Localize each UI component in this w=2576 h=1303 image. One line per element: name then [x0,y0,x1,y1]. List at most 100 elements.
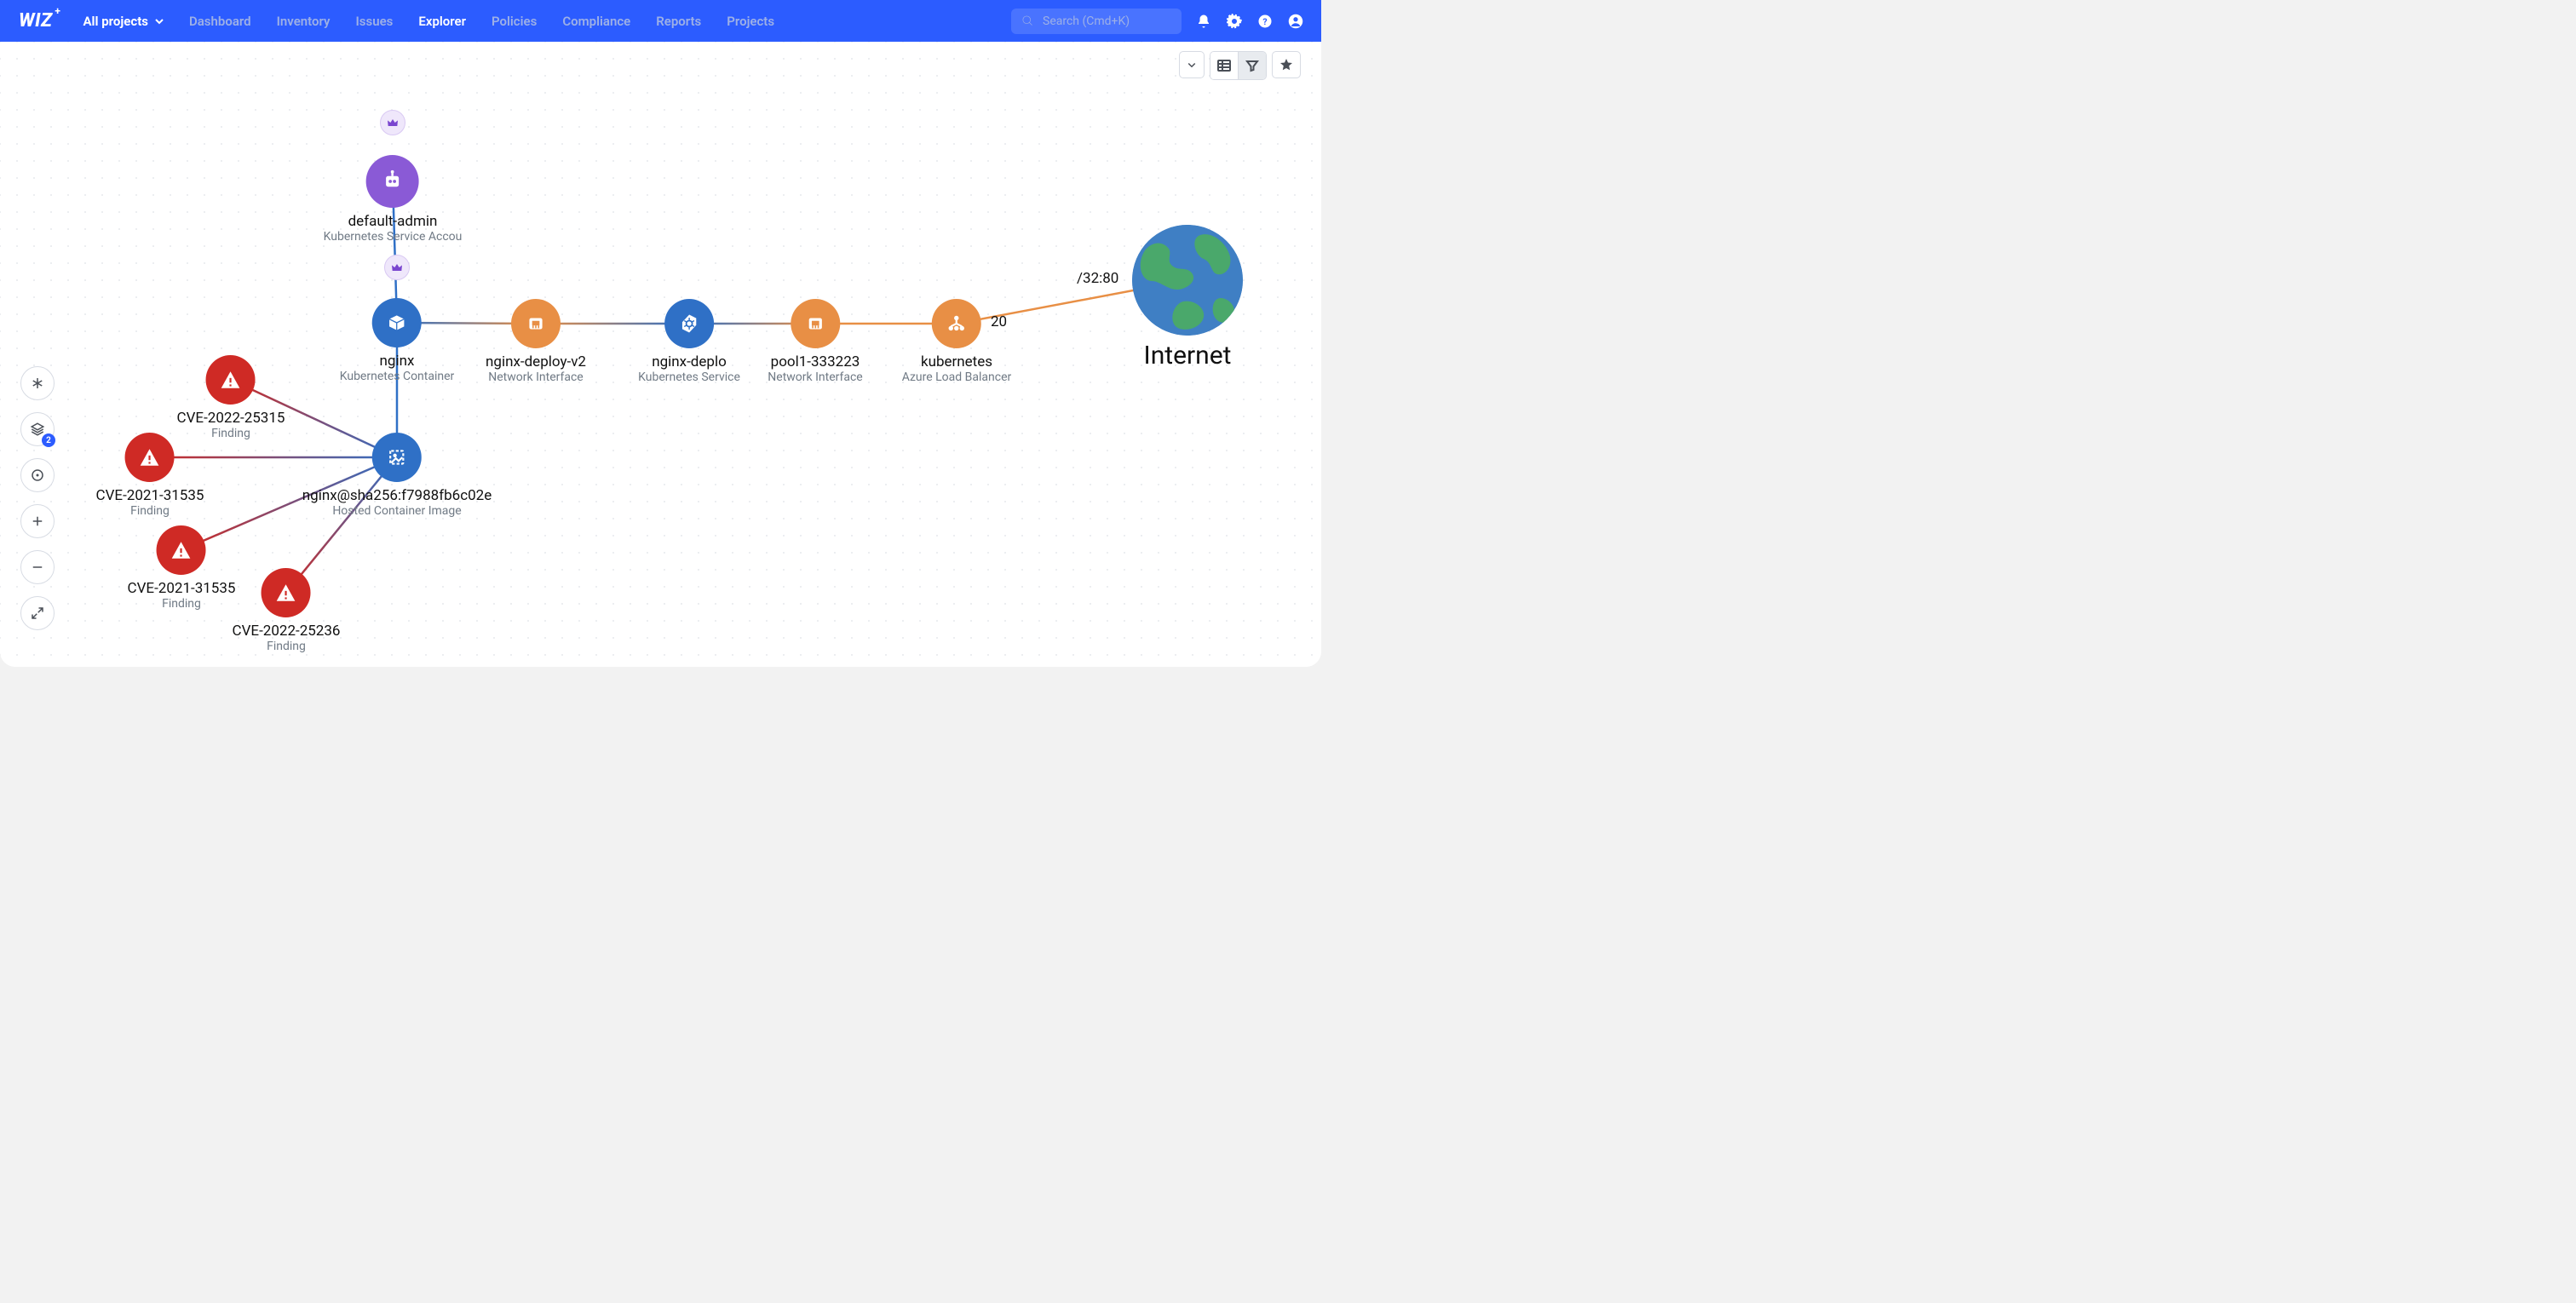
node-cve-25315[interactable]: CVE-2022-25315Finding [177,355,285,440]
node-title: nginx-deplo [638,353,740,370]
node-default-admin[interactable]: default-adminKubernetes Service Accou [324,155,463,244]
node-subtitle: Kubernetes Service [638,370,740,384]
node-subtitle: Network Interface [768,370,862,384]
node-cve-25236[interactable]: CVE-2022-25236Finding [233,568,341,653]
crown-icon [384,255,410,280]
bell-icon [1196,14,1211,29]
plus-icon [30,514,45,529]
layers-button[interactable]: 2 [20,412,55,446]
finding-icon [262,568,311,617]
k8s-service-icon [664,299,714,348]
globe-icon [1132,225,1243,336]
gear-icon [1227,14,1242,29]
search-icon [1021,14,1034,27]
node-title: pool1-333223 [768,353,862,370]
layers-badge: 2 [42,433,55,447]
app-root: WIZ All projects Dashboard Inventory Issue… [0,0,1321,667]
locate-button[interactable] [20,458,55,492]
node-title: default-admin [324,213,463,230]
nav-link-dashboard[interactable]: Dashboard [189,14,251,29]
node-nginx-container[interactable]: nginxKubernetes Container [340,298,455,383]
node-internet[interactable]: Internet [1132,225,1243,370]
node-title: nginx [340,353,455,370]
project-selector[interactable]: All projects [83,14,164,29]
user-icon [1288,14,1303,29]
nav-link-policies[interactable]: Policies [492,14,537,29]
nav-right: Search (Cmd+K) ? [1011,9,1304,34]
nav-link-explorer[interactable]: Explorer [418,14,466,29]
global-search[interactable]: Search (Cmd+K) [1011,9,1182,34]
network-interface-icon [791,299,840,348]
node-kubernetes-lb[interactable]: kubernetesAzure Load Balancer [902,299,1011,384]
load-balancer-icon [932,299,981,348]
settings-button[interactable] [1226,13,1243,30]
network-interface-icon [511,299,561,348]
node-subtitle: Finding [128,597,236,611]
minus-icon [30,560,45,575]
asterisk-icon [30,376,45,391]
node-subtitle: Finding [233,640,341,653]
node-subtitle: Azure Load Balancer [902,370,1011,384]
nav-link-compliance[interactable]: Compliance [562,14,630,29]
finding-icon [125,433,175,482]
table-view-button[interactable] [1210,52,1238,79]
brand-logo: WIZ [19,10,59,32]
graph-canvas[interactable]: default-adminKubernetes Service Accou ngi… [0,42,1321,667]
canvas-toolbar [1179,51,1301,80]
container-icon [372,298,422,347]
node-title: kubernetes [902,353,1011,370]
node-nginx-image[interactable]: nginx@sha256:f7988fb6c02eHosted Containe… [302,433,492,518]
internet-label: Internet [1132,341,1243,370]
search-placeholder: Search (Cmd+K) [1043,14,1130,28]
edge-port-20: 20 [991,313,1007,330]
nav-link-reports[interactable]: Reports [656,14,701,29]
top-nav: WIZ All projects Dashboard Inventory Issue… [0,0,1321,42]
favorite-button[interactable] [1272,51,1301,78]
fullscreen-button[interactable] [20,596,55,630]
help-icon: ? [1257,14,1273,29]
edge-port-32-80: /32:80 [1077,270,1118,287]
view-mode-toggle [1210,51,1267,80]
node-title: CVE-2022-25236 [233,623,341,640]
svg-text:?: ? [1262,15,1267,26]
chevron-down-icon [1187,58,1197,72]
service-account-icon [366,155,419,208]
canvas-controls: 2 [20,366,55,630]
star-icon [1279,58,1293,72]
table-icon [1217,59,1231,72]
nav-link-projects[interactable]: Projects [727,14,774,29]
account-button[interactable] [1287,13,1304,30]
view-options-dropdown[interactable] [1179,51,1205,78]
node-subtitle: Kubernetes Service Accou [324,230,463,244]
help-button[interactable]: ? [1256,13,1274,30]
zoom-in-button[interactable] [20,504,55,538]
node-cve-31535-a[interactable]: CVE-2021-31535Finding [96,433,204,518]
node-title: CVE-2022-25315 [177,410,285,427]
graph-view-button[interactable] [1238,52,1266,79]
node-title: CVE-2021-31535 [96,487,204,504]
node-subtitle: Kubernetes Container [340,370,455,383]
node-nginx-deploy-v2[interactable]: nginx-deploy-v2Network Interface [486,299,586,384]
node-nginx-deplo[interactable]: nginx-deploKubernetes Service [638,299,740,384]
project-selector-label: All projects [83,14,148,29]
node-title: nginx-deploy-v2 [486,353,586,370]
node-cve-31535-b[interactable]: CVE-2021-31535Finding [128,525,236,611]
graph-filter-icon [1245,59,1259,72]
zoom-out-button[interactable] [20,550,55,584]
node-subtitle: Finding [96,504,204,518]
layers-icon [30,422,45,437]
finding-icon [157,525,206,575]
node-title: CVE-2021-31535 [128,580,236,597]
nav-link-issues[interactable]: Issues [355,14,393,29]
target-icon [30,468,45,483]
notifications-button[interactable] [1195,13,1212,30]
crown-icon [380,110,405,135]
node-subtitle: Network Interface [486,370,586,384]
container-image-icon [372,433,422,482]
recenter-button[interactable] [20,366,55,400]
nav-links: Dashboard Inventory Issues Explorer Policies… [189,14,774,29]
nav-link-inventory[interactable]: Inventory [277,14,331,29]
node-pool1[interactable]: pool1-333223Network Interface [768,299,862,384]
node-subtitle: Hosted Container Image [302,504,492,518]
node-title: nginx@sha256:f7988fb6c02e [302,487,492,504]
